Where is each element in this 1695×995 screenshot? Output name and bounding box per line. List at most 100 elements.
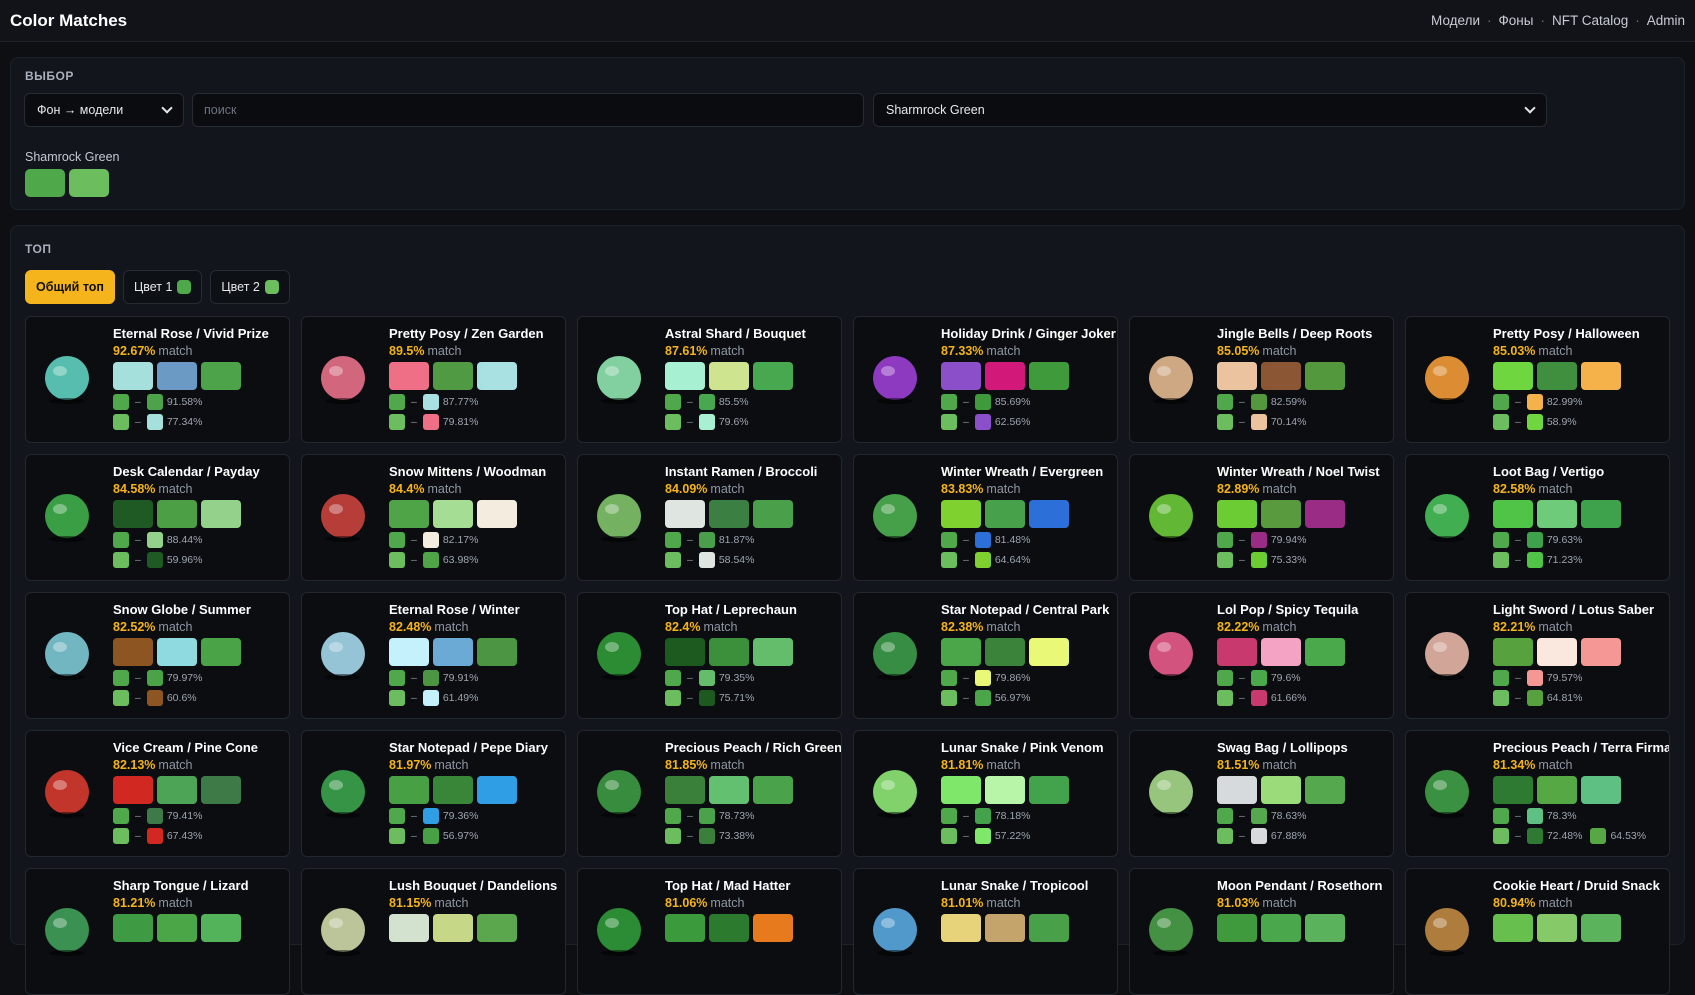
match-card[interactable]: Moon Pendant / Rosethorn 81.03% match: [1129, 868, 1394, 995]
match-percent: 89.5% match: [389, 344, 462, 358]
match-card[interactable]: Vice Cream / Pine Cone 82.13% match –79.41%…: [25, 730, 290, 857]
match-word: match: [986, 896, 1021, 910]
tab-color-2[interactable]: Цвет 2: [210, 270, 290, 304]
match-card[interactable]: Instant Ramen / Broccoli 84.09% match –81.8…: [577, 454, 842, 581]
model-color-chip: [1250, 414, 1267, 430]
nav-models[interactable]: Модели: [1431, 13, 1480, 28]
match-card[interactable]: Sharp Tongue / Lizard 81.21% match: [25, 868, 290, 995]
chevron-down-icon: [1524, 102, 1536, 114]
drink-icon: [860, 341, 930, 411]
selection-title: ВЫБОР: [25, 69, 74, 83]
match-percent: 85.05% match: [1217, 344, 1296, 358]
model-color-swatch: [1581, 638, 1621, 666]
percent-value: 82.21%: [1493, 620, 1536, 634]
match-percent: 83.83% match: [941, 482, 1020, 496]
bg-color-chip: [389, 828, 405, 844]
match-card[interactable]: Jingle Bells / Deep Roots 85.05% match –82.…: [1129, 316, 1394, 443]
match-name: Astral Shard / Bouquet: [665, 326, 806, 341]
bg-color-chip: [665, 828, 681, 844]
match-card[interactable]: Top Hat / Mad Hatter 81.06% match: [577, 868, 842, 995]
color-2-match-row: –72.48% 64.53%: [1493, 828, 1646, 844]
color-1-match-row: –79.36%: [389, 808, 478, 824]
match-card[interactable]: Holiday Drink / Ginger Joker 87.33% match –…: [853, 316, 1118, 443]
match-card[interactable]: Desk Calendar / Payday 84.58% match –88.44%…: [25, 454, 290, 581]
model-color-swatch: [985, 638, 1025, 666]
match-card[interactable]: Lunar Snake / Pink Venom 81.81% match –78.1…: [853, 730, 1118, 857]
match-card[interactable]: Cookie Heart / Druid Snack 80.94% match: [1405, 868, 1670, 995]
model-color-chip: [974, 690, 991, 706]
match-card[interactable]: Star Notepad / Central Park 82.38% match –7…: [853, 592, 1118, 719]
match-card[interactable]: Light Sword / Lotus Saber 82.21% match –79.…: [1405, 592, 1670, 719]
match-word: match: [703, 620, 738, 634]
match-card[interactable]: Eternal Rose / Vivid Prize 92.67% match –91…: [25, 316, 290, 443]
bg-color-chip: [1493, 828, 1509, 844]
match-word: match: [1538, 482, 1573, 496]
match-card[interactable]: Precious Peach / Terra Firma 81.34% match –…: [1405, 730, 1670, 857]
nav-admin[interactable]: Admin: [1647, 13, 1685, 28]
model-color-swatch: [709, 638, 749, 666]
match-word: match: [1538, 620, 1573, 634]
match-percent: 87.61% match: [665, 344, 744, 358]
background-select[interactable]: Sharmrock Green: [873, 93, 1547, 127]
match-card[interactable]: Precious Peach / Rich Green 81.85% match –7…: [577, 730, 842, 857]
color-2-match-row: –61.49%: [389, 690, 478, 706]
match-percent: 82.38% match: [941, 620, 1020, 634]
color-dot: [264, 280, 279, 294]
match-card[interactable]: Pretty Posy / Halloween 85.03% match –82.99…: [1405, 316, 1670, 443]
match-card[interactable]: Loot Bag / Vertigo 82.58% match –79.63% –71.…: [1405, 454, 1670, 581]
match-card[interactable]: Eternal Rose / Winter 82.48% match –79.91% –…: [301, 592, 566, 719]
match-card[interactable]: Winter Wreath / Evergreen 83.83% match –81.…: [853, 454, 1118, 581]
percent-value: 82.4%: [665, 620, 701, 634]
match-card[interactable]: Lol Pop / Spicy Tequila 82.22% match –79.6%…: [1129, 592, 1394, 719]
match-card[interactable]: Top Hat / Leprechaun 82.4% match –79.35% –75…: [577, 592, 842, 719]
bg-color-chip: [665, 394, 681, 410]
match-card[interactable]: Snow Mittens / Woodman 84.4% match –82.17% –…: [301, 454, 566, 581]
bg-color-chip: [665, 670, 681, 686]
match-value: 67.88%: [1270, 830, 1307, 842]
top-bar: Color Matches Модели · Фоны · NFT Catalog ·…: [0, 0, 1695, 42]
nav-backgrounds[interactable]: Фоны: [1499, 13, 1534, 28]
match-percent: 87.33% match: [941, 344, 1020, 358]
model-color-swatch: [1029, 362, 1069, 390]
model-color-chip: [698, 414, 715, 430]
match-word: match: [1262, 344, 1297, 358]
hat-icon: [584, 893, 654, 963]
percent-value: 81.01%: [941, 896, 984, 910]
match-word: match: [158, 482, 193, 496]
match-card[interactable]: Star Notepad / Pepe Diary 81.97% match –79.…: [301, 730, 566, 857]
match-percent: 81.03% match: [1217, 896, 1296, 910]
match-card[interactable]: Winter Wreath / Noel Twist 82.89% match –79…: [1129, 454, 1394, 581]
color-1-match-row: –78.18%: [941, 808, 1030, 824]
search-input[interactable]: поиск: [192, 93, 864, 127]
model-color-chip: [974, 828, 991, 844]
bg-color-chip: [1217, 394, 1233, 410]
match-percent: 81.34% match: [1493, 758, 1572, 772]
match-card[interactable]: Lush Bouquet / Dandelions 81.15% match: [301, 868, 566, 995]
bells-icon: [1136, 341, 1206, 411]
match-card[interactable]: Pretty Posy / Zen Garden 89.5% match –87.77…: [301, 316, 566, 443]
match-card[interactable]: Lunar Snake / Tropicool 81.01% match: [853, 868, 1118, 995]
tab-color-1[interactable]: Цвет 1: [122, 270, 203, 304]
match-card[interactable]: Swag Bag / Lollipops 81.51% match –78.63% –6…: [1129, 730, 1394, 857]
background-color-swatch-2: [69, 169, 109, 197]
match-percent: 82.4% match: [665, 620, 738, 634]
bg-color-chip: [665, 808, 681, 824]
bg-color-chip: [1493, 690, 1509, 706]
model-color-swatch: [1581, 914, 1621, 942]
percent-value: 81.21%: [113, 896, 156, 910]
tab-overall-top[interactable]: Общий топ: [25, 270, 115, 304]
model-color-swatch: [433, 914, 473, 942]
match-word: match: [1262, 620, 1297, 634]
percent-value: 81.85%: [665, 758, 708, 772]
sword-icon: [1412, 617, 1482, 687]
mode-select[interactable]: Фон → модели: [24, 93, 184, 127]
match-value: 58.9%: [1546, 416, 1577, 428]
match-card[interactable]: Snow Globe / Summer 82.52% match –79.97% –60…: [25, 592, 290, 719]
match-percent: 82.13% match: [113, 758, 192, 772]
model-color-chip: [974, 532, 991, 548]
mode-select-value: Фон → модели: [37, 103, 124, 117]
match-card[interactable]: Astral Shard / Bouquet 87.61% match –85.5% –…: [577, 316, 842, 443]
nav-nft-catalog[interactable]: NFT Catalog: [1552, 13, 1628, 28]
percent-value: 82.52%: [113, 620, 156, 634]
match-percent: 81.15% match: [389, 896, 468, 910]
